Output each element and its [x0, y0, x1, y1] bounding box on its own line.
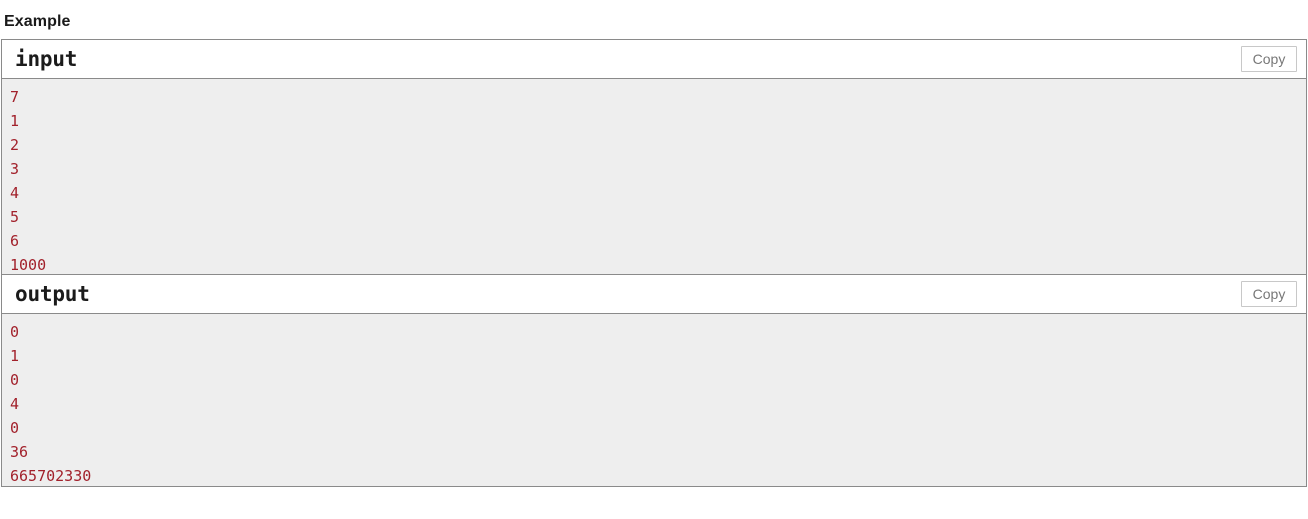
output-block: output Copy 0 1 0 4 0 36 665702330: [2, 275, 1306, 487]
output-header: output Copy: [2, 275, 1306, 314]
input-data[interactable]: 7 1 2 3 4 5 6 1000: [2, 85, 1306, 277]
input-content: 7 1 2 3 4 5 6 1000: [2, 79, 1306, 275]
output-data[interactable]: 0 1 0 4 0 36 665702330: [2, 320, 1306, 488]
example-section: Example input Copy 7 1 2 3 4 5 6 1000 ou…: [0, 0, 1308, 487]
copy-input-button[interactable]: Copy: [1241, 46, 1297, 72]
input-title: input: [15, 47, 78, 71]
page-title: Example: [4, 13, 71, 30]
output-title: output: [15, 282, 90, 306]
copy-output-button[interactable]: Copy: [1241, 281, 1297, 307]
sample-tests-container: input Copy 7 1 2 3 4 5 6 1000 output Cop…: [1, 39, 1307, 487]
input-block: input Copy 7 1 2 3 4 5 6 1000: [2, 40, 1306, 275]
input-header: input Copy: [2, 40, 1306, 79]
output-content: 0 1 0 4 0 36 665702330: [2, 314, 1306, 487]
